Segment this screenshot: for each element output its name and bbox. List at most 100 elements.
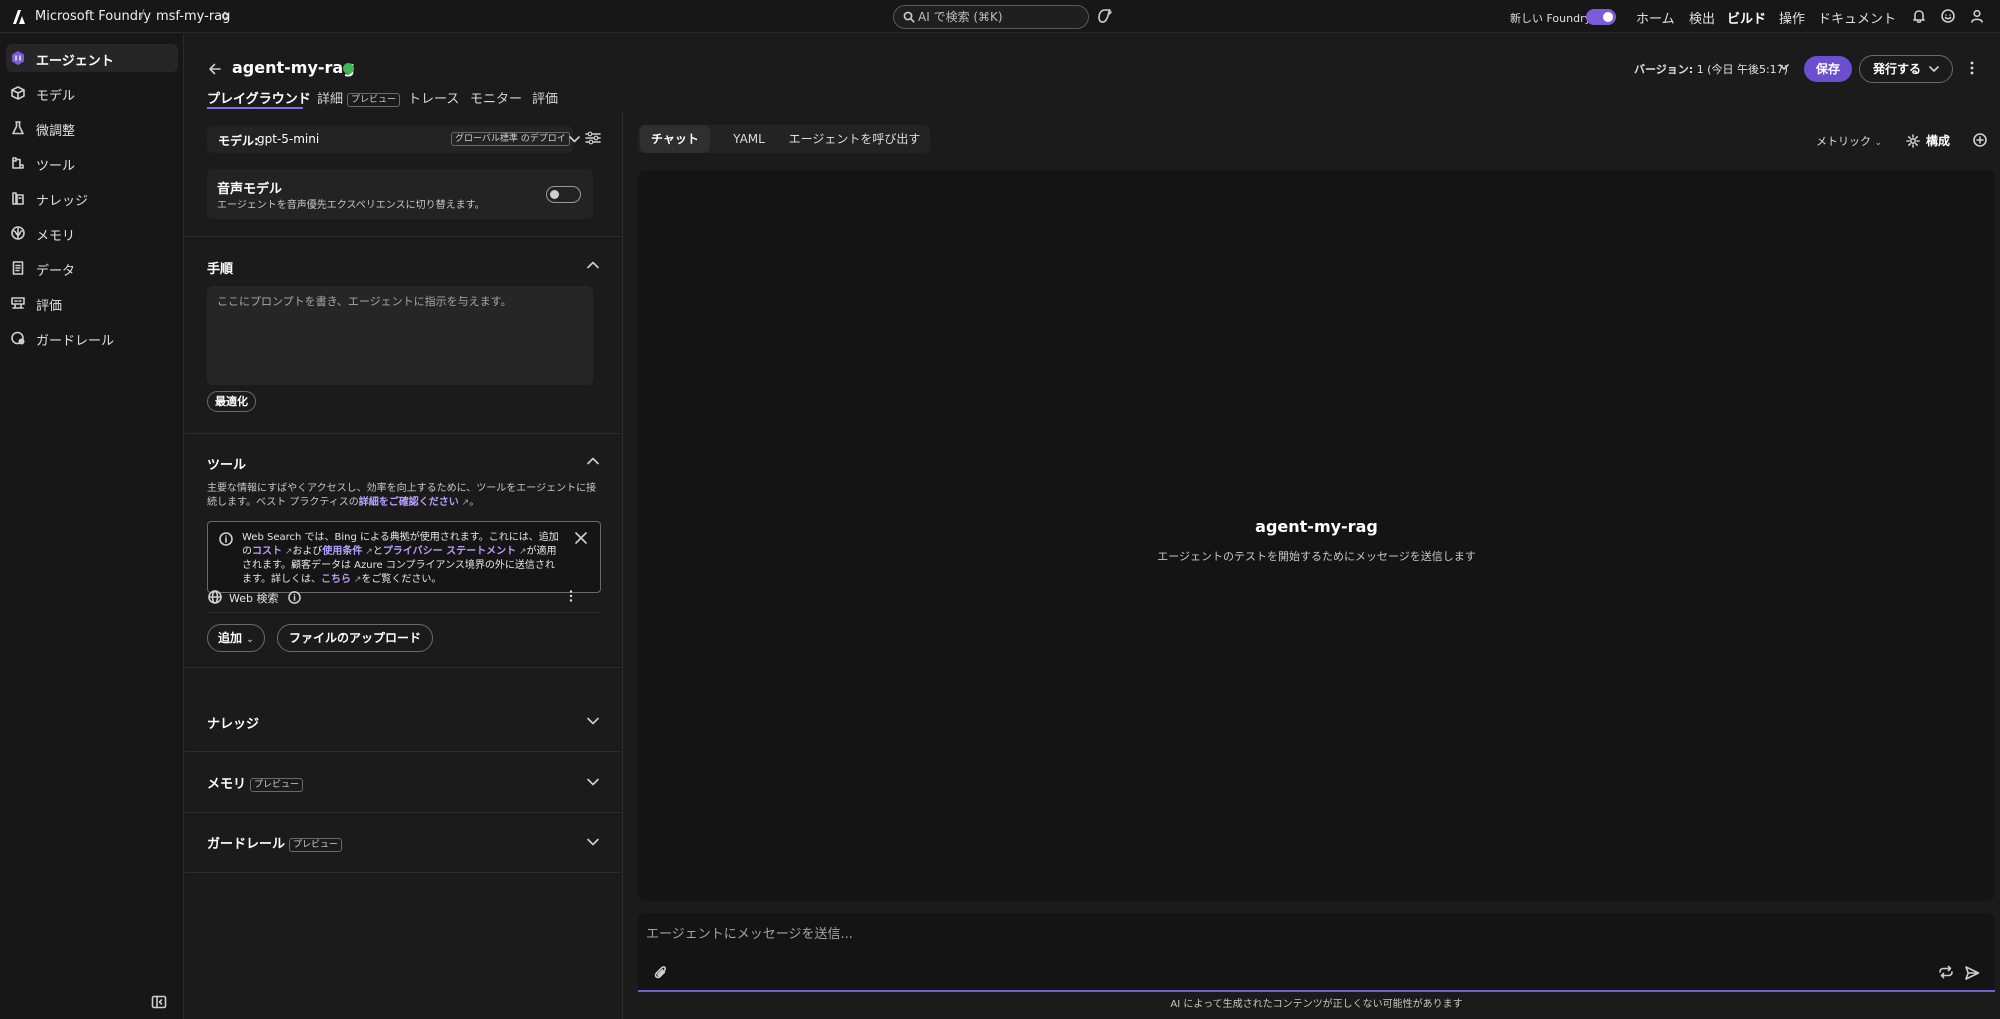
toggle-knob xyxy=(550,190,559,199)
sidebar-item-evaluation[interactable]: 評価 xyxy=(6,289,178,317)
tab-yaml[interactable]: YAML xyxy=(724,125,774,153)
account-person-icon[interactable] xyxy=(1969,8,1985,24)
sidebar-item-data[interactable]: データ xyxy=(6,254,178,282)
upload-files-button[interactable]: ファイルのアップロード xyxy=(277,624,434,652)
sidebar-item-tools[interactable]: ツール xyxy=(6,149,178,177)
chevron-down-icon[interactable] xyxy=(587,717,599,725)
top-nav-docs[interactable]: ドキュメント xyxy=(1818,8,1896,27)
message-input[interactable] xyxy=(646,923,1946,945)
external-link-icon: ↗ xyxy=(351,574,362,585)
tools-description: 主要な情報にすばやくアクセスし、効率を向上するために、ツールをエージェントに接続… xyxy=(207,482,599,510)
external-link-icon: ↗ xyxy=(282,546,293,557)
publish-label: 発行する xyxy=(1873,62,1922,76)
chevron-up-icon[interactable] xyxy=(587,261,599,269)
top-nav-discover[interactable]: 検出 xyxy=(1689,8,1715,27)
preview-badge: プレビュー xyxy=(289,838,343,852)
notice-part: および xyxy=(292,545,323,557)
sidebar-item-finetune[interactable]: 微調整 xyxy=(6,114,178,142)
chat-view-tabs: チャット YAML エージェントを呼び出す xyxy=(638,125,930,153)
toggle-knob xyxy=(1603,12,1613,22)
new-foundry-toggle[interactable] xyxy=(1586,9,1616,25)
brand-name[interactable]: Microsoft Foundry xyxy=(35,9,151,24)
more-options-icon[interactable] xyxy=(569,589,573,603)
feedback-smile-icon[interactable] xyxy=(1940,8,1956,24)
chevron-updown-icon[interactable] xyxy=(221,11,229,21)
attach-paperclip-icon[interactable] xyxy=(654,965,668,981)
memory-section[interactable]: メモリ プレビュー xyxy=(207,773,304,792)
save-button[interactable]: 保存 xyxy=(1804,56,1852,82)
bell-icon[interactable] xyxy=(1911,8,1927,24)
sidebar-item-memory[interactable]: メモリ xyxy=(6,219,178,247)
tab-chat[interactable]: チャット xyxy=(640,125,710,153)
chevron-down-icon: ⌄ xyxy=(1874,138,1883,148)
active-tab-indicator xyxy=(207,107,303,109)
status-indicator xyxy=(343,63,354,74)
search-input[interactable] xyxy=(918,10,1083,24)
top-nav-home[interactable]: ホーム xyxy=(1636,8,1675,27)
project-selector[interactable]: msf-my-rag xyxy=(156,9,230,24)
privacy-link[interactable]: プライバシー ステートメント xyxy=(383,546,516,557)
add-label: 追加 xyxy=(218,631,243,645)
chevron-down-icon[interactable] xyxy=(587,838,599,846)
chevron-down-icon[interactable] xyxy=(587,778,599,786)
model-selector[interactable]: モデル: gpt-5-mini グローバル標準 のデプロイ xyxy=(207,126,580,153)
sidebar-item-knowledge[interactable]: ナレッジ xyxy=(6,184,178,212)
info-icon[interactable] xyxy=(288,591,301,604)
sidebar-item-models[interactable]: モデル xyxy=(6,79,178,107)
guardrail-section[interactable]: ガードレール プレビュー xyxy=(207,833,343,852)
chevron-down-icon[interactable] xyxy=(1779,64,1789,70)
tab-details[interactable]: 詳細 プレビュー xyxy=(317,88,401,107)
sidebar-item-guardrails[interactable]: ガードレール xyxy=(6,324,178,352)
voice-model-toggle[interactable] xyxy=(546,186,581,203)
sidebar-item-label: 評価 xyxy=(36,299,63,314)
metrics-dropdown[interactable]: メトリック ⌄ xyxy=(1816,133,1882,149)
send-icon[interactable] xyxy=(1964,965,1980,981)
voice-model-description: エージェントを音声優先エクスペリエンスに切り替えます。 xyxy=(217,200,485,211)
tab-monitor[interactable]: モニター xyxy=(470,88,522,107)
search-box[interactable] xyxy=(893,5,1089,29)
model-settings-icon[interactable] xyxy=(585,131,601,145)
instructions-field[interactable] xyxy=(207,286,593,385)
sidebar-item-label: モデル xyxy=(36,89,76,104)
tab-invoke-agent[interactable]: エージェントを呼び出す xyxy=(782,125,927,153)
chevron-up-icon[interactable] xyxy=(587,457,599,465)
publish-button[interactable]: 発行する xyxy=(1859,55,1953,83)
close-icon[interactable] xyxy=(575,532,587,544)
loop-arrows-icon[interactable] xyxy=(1938,965,1954,979)
cost-link[interactable]: コスト xyxy=(252,546,282,557)
search-icon xyxy=(903,11,915,23)
version-selector[interactable]: バージョン: 1 (今日 午後5:17) xyxy=(1634,61,1788,77)
books-icon xyxy=(12,192,24,205)
web-search-tool[interactable]: Web 検索 xyxy=(207,586,601,608)
voice-model-title: 音声モデル xyxy=(217,182,283,197)
tab-playground[interactable]: プレイグラウンド xyxy=(207,88,311,107)
web-search-notice: Web Search では、Bing による典拠が使用されます。これには、追加の… xyxy=(207,521,601,593)
sidebar-item-label: ガードレール xyxy=(36,334,115,349)
more-options-icon[interactable] xyxy=(1970,60,1974,76)
agent-icon xyxy=(12,51,24,65)
instructions-title: 手順 xyxy=(207,262,234,277)
top-nav-build[interactable]: ビルド xyxy=(1727,8,1766,27)
foundry-logo-icon[interactable] xyxy=(10,8,28,26)
collapse-sidebar-icon[interactable] xyxy=(151,995,167,1009)
learn-more-link[interactable]: 詳細をご確認ください xyxy=(359,497,459,508)
knowledge-title[interactable]: ナレッジ xyxy=(207,713,259,732)
copilot-icon[interactable] xyxy=(1096,7,1114,25)
tab-traces[interactable]: トレース xyxy=(408,88,459,107)
gear-icon[interactable] xyxy=(1906,134,1920,148)
new-chat-plus-icon[interactable] xyxy=(1973,133,1987,147)
sidebar-item-agents[interactable]: エージェント xyxy=(6,44,178,72)
back-arrow-icon[interactable] xyxy=(207,61,223,77)
sidebar-item-label: ナレッジ xyxy=(36,194,89,209)
add-tool-button[interactable]: 追加 ⌄ xyxy=(207,624,265,652)
configure-button[interactable]: 構成 xyxy=(1926,132,1950,149)
version-label: バージョン: xyxy=(1634,63,1694,76)
instructions-input[interactable] xyxy=(207,286,593,385)
optimize-button[interactable]: 最適化 xyxy=(207,391,256,412)
web-search-label: Web 検索 xyxy=(229,592,279,605)
here-link[interactable]: こちら xyxy=(321,574,351,585)
tab-evaluation[interactable]: 評価 xyxy=(532,88,558,107)
top-nav-operate[interactable]: 操作 xyxy=(1779,8,1805,27)
agent-config-panel: モデル: gpt-5-mini グローバル標準 のデプロイ 音声モデル エージェ… xyxy=(185,112,623,1019)
terms-link[interactable]: 使用条件 xyxy=(322,546,362,557)
